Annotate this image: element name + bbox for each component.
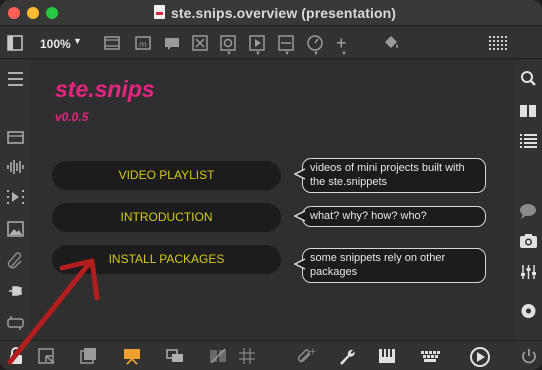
layers-icon[interactable] (165, 346, 185, 366)
camera-icon[interactable] (515, 232, 542, 250)
record-icon[interactable] (515, 302, 542, 320)
app-version: v0.0.5 (55, 110, 89, 124)
list-icon[interactable] (515, 132, 542, 150)
image-icon[interactable] (0, 220, 31, 238)
menu-icon[interactable] (0, 70, 31, 88)
top-toolbar: 100% ▼ m ▼ ▼ ▼ ▼ + ▼ (0, 27, 542, 59)
app-title: ste.snips (55, 76, 155, 102)
window-title: ste.snips.overview (presentation) (171, 5, 397, 21)
introduction-description: what? why? how? who? (294, 206, 486, 227)
comment-icon[interactable] (163, 34, 181, 52)
background-icon[interactable] (80, 346, 98, 366)
keyboard-icon[interactable] (419, 346, 441, 366)
chat-icon[interactable] (515, 202, 542, 220)
bottom-toolbar: + (0, 340, 542, 370)
zoom-button[interactable] (46, 7, 58, 19)
slider-icon[interactable] (277, 34, 295, 52)
video-icon[interactable] (0, 188, 31, 206)
bubble-text: videos of mini projects built with the s… (310, 162, 465, 188)
message-box-icon[interactable]: m (134, 34, 152, 52)
video-playlist-button[interactable]: VIDEO PLAYLIST (52, 161, 281, 190)
chevron-down-icon[interactable]: ▼ (313, 51, 319, 57)
paint-bucket-icon[interactable] (381, 34, 401, 52)
video-playlist-description: videos of mini projects built with the s… (294, 158, 486, 193)
piano-icon[interactable] (377, 346, 397, 366)
svg-text:+: + (309, 347, 316, 357)
object-box-icon[interactable] (103, 34, 121, 52)
lock-icon[interactable] (8, 346, 24, 366)
left-sidebar (0, 60, 31, 340)
grid-icon[interactable] (237, 346, 257, 366)
document-icon (154, 5, 165, 19)
app-window: ste.snips.overview (presentation) 100% ▼… (0, 0, 542, 370)
debug-icon[interactable]: + (296, 346, 316, 366)
chevron-down-icon[interactable]: ▼ (226, 51, 232, 57)
close-button[interactable] (8, 7, 20, 19)
chevron-down-icon[interactable]: ▼ (73, 36, 82, 46)
presentation-canvas: ste.snips v0.0.5 VIDEO PLAYLIST videos o… (31, 60, 515, 340)
presentation-mode-icon[interactable] (122, 346, 142, 366)
title-bar: ste.snips.overview (presentation) (0, 0, 542, 26)
presentation-icon[interactable] (37, 346, 57, 366)
power-icon[interactable] (520, 346, 538, 366)
zoom-level[interactable]: 100% (40, 37, 71, 51)
install-packages-description: some snippets rely on other packages (294, 248, 486, 283)
grid-view-icon[interactable] (488, 35, 510, 53)
hide-icon[interactable] (208, 346, 228, 366)
chevron-down-icon[interactable]: ▼ (341, 51, 347, 57)
sidebar-toggle-icon[interactable] (7, 35, 23, 53)
wrench-icon[interactable] (337, 346, 357, 366)
add-icon[interactable]: + (336, 34, 347, 52)
bubble-text: some snippets rely on other packages (310, 252, 446, 278)
button-icon[interactable] (191, 34, 209, 52)
toggle-icon[interactable] (219, 34, 237, 52)
dial-icon[interactable] (306, 34, 324, 52)
patch-cord-icon[interactable] (0, 314, 31, 332)
mixer-icon[interactable] (515, 263, 542, 281)
plug-icon[interactable] (0, 282, 31, 300)
svg-text:m: m (139, 40, 147, 49)
chevron-down-icon[interactable]: ▼ (284, 51, 290, 57)
install-packages-button[interactable]: INSTALL PACKAGES (52, 245, 281, 274)
audio-icon[interactable] (0, 158, 31, 176)
paperclip-icon[interactable] (0, 252, 31, 270)
search-icon[interactable] (515, 70, 542, 88)
bubble-text: what? why? how? who? (310, 210, 427, 222)
introduction-button[interactable]: INTRODUCTION (52, 203, 281, 232)
transport-icon[interactable] (469, 346, 491, 367)
clipboard-icon[interactable] (0, 128, 31, 146)
right-sidebar (515, 60, 542, 340)
book-icon[interactable] (515, 102, 542, 120)
minimize-button[interactable] (27, 7, 39, 19)
chevron-down-icon[interactable]: ▼ (255, 51, 261, 57)
play-icon[interactable] (248, 34, 266, 52)
